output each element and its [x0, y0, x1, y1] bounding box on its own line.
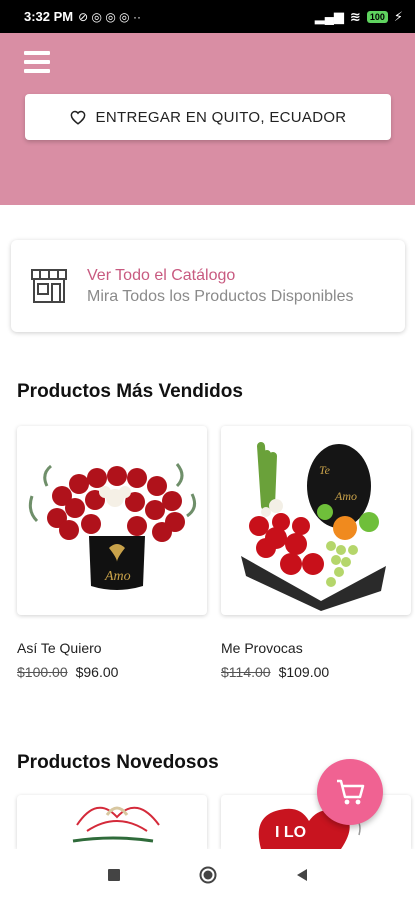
svg-text:I LO: I LO [275, 824, 306, 841]
product-image: Te Amo [241, 442, 386, 611]
best-sellers-title: Productos Más Vendidos [17, 381, 243, 402]
product-price-row: $100.00 $96.00 [17, 664, 118, 680]
signal-icon: ▂▄▆ [314, 8, 344, 24]
notification-icons: ⊘ ◎ ◎ ◎ ·· [78, 9, 141, 24]
status-bar: 3:32 PM ⊘ ◎ ◎ ◎ ·· ▂▄▆ ≋ 100 ⚡ [0, 0, 415, 33]
product-image: Amo [28, 463, 197, 590]
product-name[interactable]: Me Provocas [221, 640, 303, 656]
product-image [72, 806, 160, 843]
catalog-title: Ver Todo el Catálogo [87, 266, 236, 284]
nav-circle-icon [199, 866, 216, 883]
product-card-me-provocas[interactable]: Te Amo [221, 426, 411, 615]
old-price: $100.00 [17, 664, 68, 680]
nav-back-icon [296, 868, 307, 881]
svg-text:Amo: Amo [334, 489, 357, 503]
catalog-card[interactable]: Ver Todo el Catálogo Mira Todos los Prod… [11, 240, 405, 332]
delivery-location-button[interactable]: ENTREGAR EN QUITO, ECUADOR [25, 94, 391, 140]
catalog-subtitle: Mira Todos los Productos Disponibles [87, 287, 354, 305]
cart-button[interactable] [317, 759, 383, 825]
header: ENTREGAR EN QUITO, ECUADOR [0, 33, 415, 205]
system-nav-bar [0, 849, 415, 900]
old-price: $114.00 [221, 664, 271, 680]
current-price: $109.00 [278, 664, 330, 680]
new-products-title: Productos Novedosos [17, 752, 219, 773]
charging-icon: ⚡ [393, 8, 403, 24]
delivery-label: ENTREGAR EN QUITO, ECUADOR [95, 108, 347, 126]
cart-icon [337, 779, 365, 805]
product-image: I LO [258, 808, 361, 849]
svg-text:Te: Te [319, 463, 331, 477]
heart-icon [70, 110, 85, 125]
nav-home-button[interactable] [196, 863, 220, 887]
product-card-new-2[interactable]: I LO [221, 795, 411, 849]
product-card-asi-te-quiero[interactable]: Amo [17, 426, 207, 615]
nav-recents-button[interactable] [102, 863, 126, 887]
product-price-row: $114.00 $109.00 [221, 664, 329, 680]
current-price: $96.00 [75, 664, 119, 680]
battery-icon: 100 [366, 10, 388, 23]
status-time: 3:32 PM [24, 9, 74, 24]
svg-text:Amo: Amo [104, 569, 131, 584]
product-name[interactable]: Así Te Quiero [17, 640, 102, 656]
menu-icon[interactable] [24, 51, 50, 73]
wifi-icon: ≋ [349, 8, 361, 24]
store-icon [31, 269, 67, 303]
product-card-new-1[interactable] [17, 795, 207, 849]
nav-square-icon [107, 868, 120, 881]
nav-back-button[interactable] [290, 863, 314, 887]
